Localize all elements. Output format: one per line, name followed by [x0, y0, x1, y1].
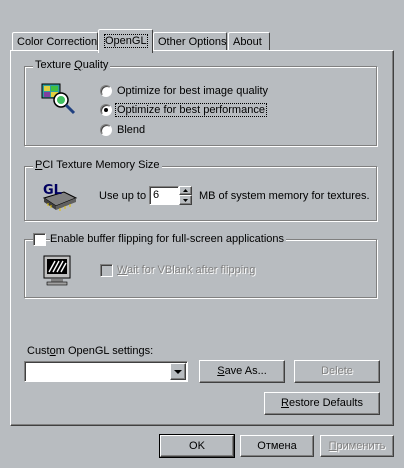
buffer-flip-label[interactable]: Enable buffer flipping for full-screen a… — [50, 233, 286, 245]
memory-prefix-label: Use up to — [99, 190, 147, 202]
tab-color-correction[interactable]: Color Correction — [12, 32, 98, 51]
radio-best-performance[interactable] — [100, 104, 112, 116]
buffer-flip-checkbox[interactable] — [33, 233, 46, 246]
delete-button[interactable]: Delete — [294, 360, 380, 383]
tab-label: Other Options — [158, 36, 227, 48]
memory-suffix-label: MB of system memory for textures. — [199, 190, 370, 202]
tab-about[interactable]: About — [228, 32, 270, 51]
tab-label: About — [233, 36, 262, 48]
spin-up-icon[interactable] — [179, 186, 192, 195]
radio-label-best-performance[interactable]: Optimize for best performance — [115, 103, 267, 117]
radio-best-image-quality[interactable] — [100, 85, 112, 97]
save-as-button[interactable]: Save As... — [199, 360, 285, 383]
chevron-down-icon[interactable] — [170, 363, 186, 380]
cancel-button[interactable]: Отмена — [240, 435, 314, 457]
tab-label: OpenGL — [104, 34, 148, 48]
tab-other-options[interactable]: Other Options — [153, 32, 227, 51]
memory-size-spinner[interactable] — [179, 186, 192, 205]
custom-settings-label: Custom OpenGL settings: — [27, 345, 154, 357]
spin-down-icon[interactable] — [179, 195, 192, 205]
radio-label-best-image-quality[interactable]: Optimize for best image quality — [117, 85, 268, 97]
group-title: Texture Quality — [33, 59, 111, 71]
memory-size-value: 6 — [153, 189, 160, 201]
radio-blend[interactable] — [100, 124, 112, 136]
memory-size-input[interactable]: 6 — [149, 186, 179, 205]
group-title: PCI Texture Memory Size — [33, 159, 162, 171]
custom-settings-select[interactable] — [24, 361, 188, 382]
restore-defaults-button[interactable]: Restore Defaults — [264, 392, 380, 415]
ok-button[interactable]: OK — [159, 434, 235, 458]
apply-button[interactable]: Применить — [320, 435, 394, 457]
wait-vblank-checkbox[interactable] — [100, 264, 113, 277]
magnifier-texture-icon — [41, 83, 76, 115]
svg-text:GL: GL — [43, 183, 62, 198]
monitor-icon — [43, 255, 71, 286]
tab-label: Color Correction — [17, 36, 98, 48]
gl-memory-chip-icon: GL — [42, 183, 78, 211]
wait-vblank-label[interactable]: Wait for VBlank after flipping — [117, 264, 255, 276]
radio-label-blend[interactable]: Blend — [117, 124, 145, 136]
tab-opengl[interactable]: OpenGL — [98, 29, 153, 53]
